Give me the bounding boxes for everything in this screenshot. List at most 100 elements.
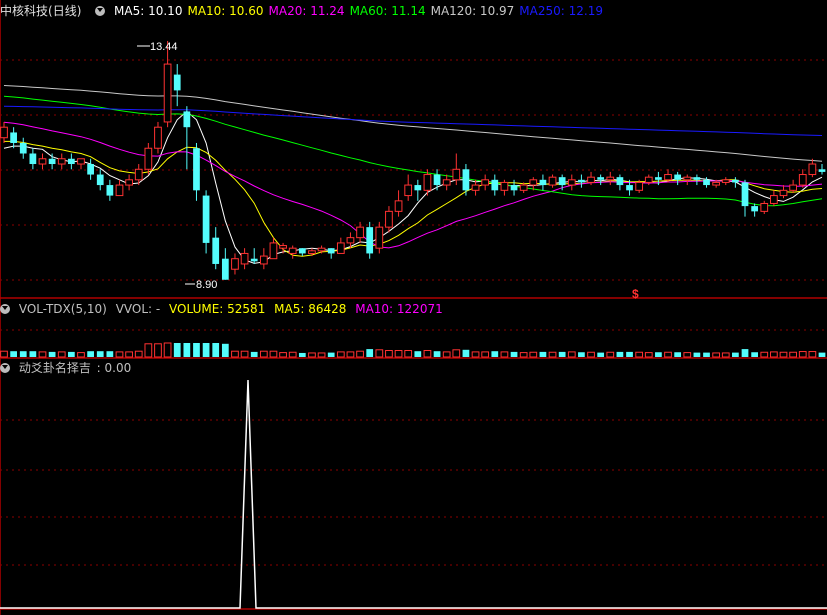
volume-bar — [308, 352, 316, 358]
volume-bar — [760, 351, 769, 358]
volume-bar — [789, 351, 797, 358]
volume-bar — [587, 351, 595, 358]
signal-mark: $ — [632, 287, 639, 301]
candle-body — [500, 181, 509, 191]
dropdown-icon[interactable] — [95, 6, 106, 16]
volume-bar — [606, 351, 615, 358]
volume-bar — [635, 351, 644, 358]
candle-body — [462, 169, 470, 191]
volume-bar — [202, 343, 210, 357]
candle-body — [366, 227, 374, 254]
candle-body — [655, 177, 662, 180]
volume-bar — [356, 350, 364, 358]
candle-body — [38, 158, 47, 165]
candle-body — [760, 202, 769, 212]
volume-bar — [87, 351, 94, 357]
candle-body — [154, 126, 162, 149]
volume-bar — [221, 343, 229, 357]
indicator-name[interactable]: 动爻卦名择吉 — [19, 361, 91, 375]
volume-bar — [173, 343, 181, 357]
volume-bar — [529, 351, 538, 358]
candle-body — [471, 184, 480, 191]
ma-legend-item: MA5: 10.10 — [114, 4, 183, 18]
candle-body — [96, 174, 104, 186]
volume-bar — [231, 350, 239, 358]
candle-body — [144, 147, 153, 170]
candle-body — [712, 181, 721, 186]
candle-body — [317, 247, 326, 252]
volume-bar — [346, 351, 355, 358]
candle-body — [626, 185, 633, 191]
dropdown-icon[interactable] — [0, 363, 10, 373]
volume-bar — [106, 351, 114, 357]
volume-bar — [491, 351, 499, 357]
vol-ma10-value: MA10: 122071 — [355, 302, 443, 316]
candle-body — [10, 132, 17, 143]
candle-body — [567, 179, 576, 186]
candle-body — [250, 258, 258, 262]
candle-body — [539, 179, 547, 186]
ma-line — [3, 85, 823, 162]
candle-body — [115, 184, 124, 197]
volume-bar — [818, 352, 826, 357]
volume-bar — [644, 352, 653, 358]
candle-body — [202, 195, 210, 243]
candle-body — [587, 176, 595, 183]
volume-header: VOL-TDX(5,10) VVOL: - VOLUME: 52581 MA5:… — [0, 301, 448, 317]
candle-body — [385, 210, 393, 228]
period[interactable]: (日线) — [48, 4, 81, 18]
volume-bar — [29, 351, 37, 357]
candle-body — [693, 177, 701, 180]
volume-bars — [0, 342, 826, 358]
candle-body — [106, 185, 114, 196]
volume-bar — [597, 352, 605, 357]
volume-bar — [183, 343, 191, 357]
candle-body — [548, 176, 557, 186]
stock-name[interactable]: 中核科技 — [0, 4, 48, 18]
candle-body — [519, 184, 528, 191]
volume-value: VOLUME: 52581 — [169, 302, 266, 316]
candle-body — [808, 163, 817, 176]
candle-body — [404, 184, 413, 197]
volume-bar — [519, 352, 528, 358]
moving-average-lines — [3, 85, 823, 264]
volume-bar — [38, 351, 47, 358]
volume-bar — [471, 351, 480, 358]
volume-bar — [10, 351, 17, 357]
volume-bar — [539, 351, 547, 357]
volume-bar — [414, 351, 422, 357]
vol-ma5-value: MA5: 86428 — [274, 302, 347, 316]
dropdown-icon[interactable] — [0, 304, 10, 314]
indicator-header: 动爻卦名择吉 : 0.00 — [0, 360, 136, 376]
candle-body — [298, 248, 306, 254]
candle-body — [423, 174, 432, 191]
candle-body — [644, 176, 653, 183]
candle-body — [183, 111, 191, 128]
candle-body — [308, 250, 316, 254]
candle-body — [19, 142, 27, 154]
volume-bar — [462, 349, 470, 357]
volume-bar — [798, 351, 807, 358]
candle-body — [288, 247, 297, 254]
volume-bar — [721, 352, 730, 358]
candle-body — [741, 182, 749, 207]
candle-body — [558, 177, 566, 186]
volume-bar — [317, 352, 326, 358]
candle-body — [356, 226, 364, 239]
volume-bar — [693, 352, 701, 357]
volume-bar — [683, 352, 692, 358]
volume-bar — [732, 352, 739, 357]
candle-body — [67, 158, 75, 165]
candle-body — [491, 179, 499, 191]
ma-line — [4, 140, 823, 257]
ma-legend-item: MA250: 12.19 — [519, 4, 603, 18]
volume-bar — [423, 350, 432, 358]
volume-bar — [115, 351, 124, 358]
candle-body — [510, 185, 518, 191]
candle-body — [346, 237, 355, 244]
volume-bar — [48, 351, 56, 357]
volume-indicator-name[interactable]: VOL-TDX(5,10) — [19, 302, 107, 316]
ma-legend-item: MA120: 10.97 — [430, 4, 515, 18]
volume-bar — [558, 351, 566, 357]
volume-bar — [77, 352, 85, 358]
